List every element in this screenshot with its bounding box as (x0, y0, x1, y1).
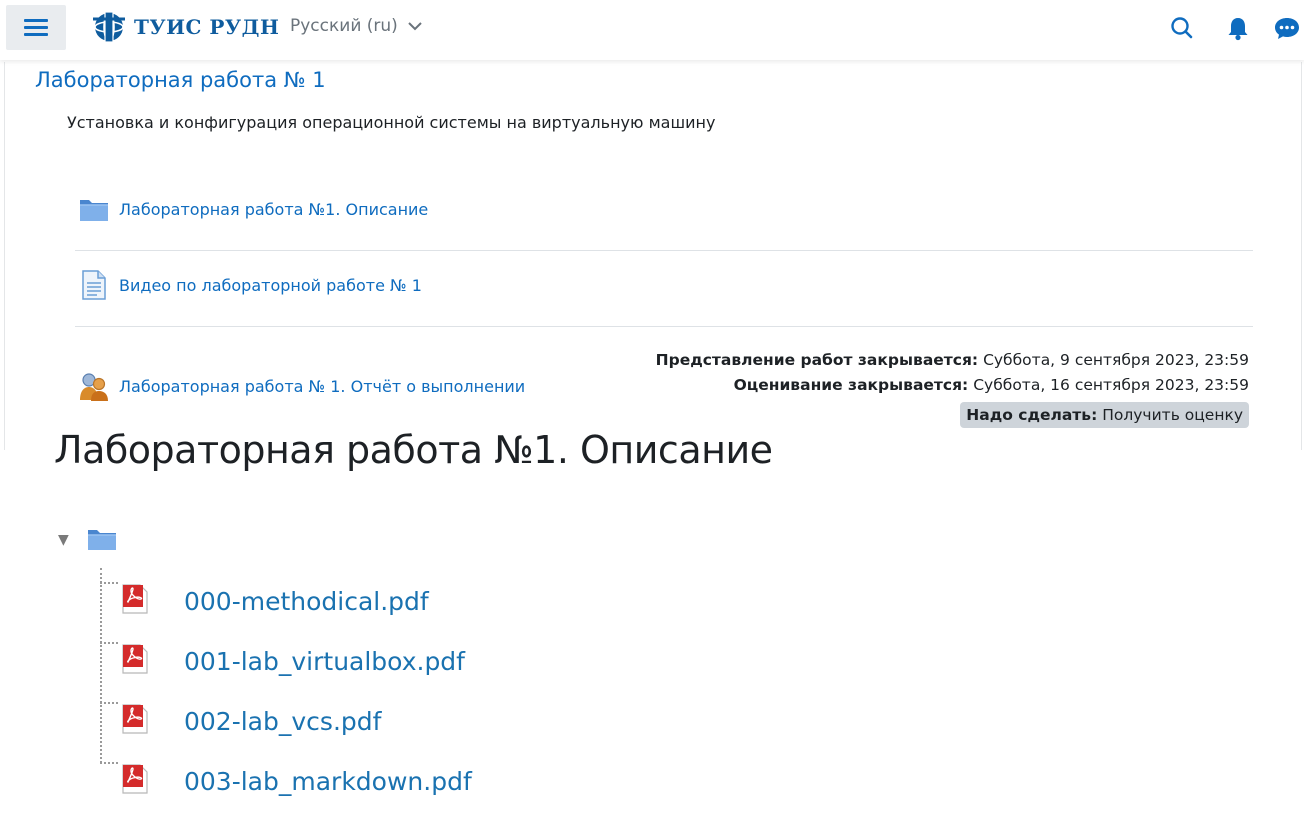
file-link[interactable]: 003-lab_markdown.pdf (184, 767, 472, 796)
messages-button[interactable] (1273, 14, 1301, 42)
activity-link[interactable]: Видео по лабораторной работе № 1 (119, 276, 422, 295)
site-logo[interactable]: ТУИС РУДН (90, 10, 279, 44)
file-item[interactable]: 002-lab_vcs.pdf (120, 703, 381, 736)
grading-label: Оценивание закрывается: (733, 376, 969, 394)
tree-connector (100, 642, 118, 644)
submission-label: Представление работ закрывается: (655, 351, 979, 369)
file-link[interactable]: 001-lab_virtualbox.pdf (184, 647, 465, 676)
submission-value: Суббота, 9 сентября 2023, 23:59 (983, 351, 1249, 369)
assignment-icon (77, 369, 111, 403)
folder-title: Лабораторная работа №1. Описание (54, 428, 773, 472)
file-item[interactable]: 003-lab_markdown.pdf (120, 763, 472, 796)
chat-icon (1275, 18, 1299, 39)
pdf-icon (122, 704, 148, 734)
tree-connector (100, 568, 102, 763)
todo-badge: Надо сделать: Получить оценку (960, 402, 1249, 428)
menu-icon-bar (24, 19, 48, 22)
submission-date: Представление работ закрывается: Суббота… (656, 348, 1249, 373)
menu-button[interactable] (6, 5, 66, 50)
pdf-icon (122, 764, 148, 794)
logo-text: ТУИС РУДН (134, 15, 280, 39)
section-title[interactable]: Лабораторная работа № 1 (35, 68, 326, 92)
notifications-button[interactable] (1224, 14, 1252, 42)
file-link[interactable]: 000-methodical.pdf (184, 587, 429, 616)
menu-icon-bar (24, 33, 48, 36)
chevron-down-icon (408, 22, 422, 31)
file-item[interactable]: 000-methodical.pdf (120, 583, 429, 616)
file-item[interactable]: 001-lab_virtualbox.pdf (120, 643, 465, 676)
page-icon (77, 268, 111, 302)
tree-collapse-toggle[interactable]: ▼ (58, 532, 69, 548)
rudn-emblem-icon (93, 11, 125, 43)
bell-icon (1228, 18, 1248, 41)
course-section: Лабораторная работа № 1 Установка и конф… (4, 62, 1302, 450)
search-button[interactable] (1168, 14, 1196, 42)
top-navbar: ТУИС РУДН Русский (ru) (0, 0, 1304, 60)
pdf-icon (122, 644, 148, 674)
grading-date: Оценивание закрывается: Суббота, 16 сент… (656, 373, 1249, 398)
tree-connector (100, 702, 118, 704)
tree-connector (100, 762, 118, 764)
todo-value: Получить оценку (1102, 406, 1243, 424)
activity-page[interactable]: Видео по лабораторной работе № 1 (75, 268, 1253, 302)
language-selector[interactable]: Русский (ru) (290, 16, 422, 36)
activity-dates: Представление работ закрывается: Суббота… (656, 348, 1249, 398)
file-link[interactable]: 002-lab_vcs.pdf (184, 707, 381, 736)
activity-link[interactable]: Лабораторная работа № 1. Отчёт о выполне… (119, 377, 525, 396)
todo-label: Надо сделать: (966, 406, 1098, 424)
tree-connector (100, 582, 118, 584)
divider (75, 326, 1253, 327)
section-summary: Установка и конфигурация операционной си… (67, 113, 716, 132)
folder-icon[interactable] (86, 526, 118, 556)
activity-folder[interactable]: Лабораторная работа №1. Описание (75, 192, 1253, 226)
divider (75, 250, 1253, 251)
pdf-icon (122, 584, 148, 614)
menu-icon-bar (24, 26, 48, 29)
grading-value: Суббота, 16 сентября 2023, 23:59 (973, 376, 1249, 394)
activity-link[interactable]: Лабораторная работа №1. Описание (119, 200, 428, 219)
search-icon (1171, 17, 1193, 39)
folder-icon (77, 192, 111, 226)
language-label: Русский (ru) (290, 16, 398, 36)
